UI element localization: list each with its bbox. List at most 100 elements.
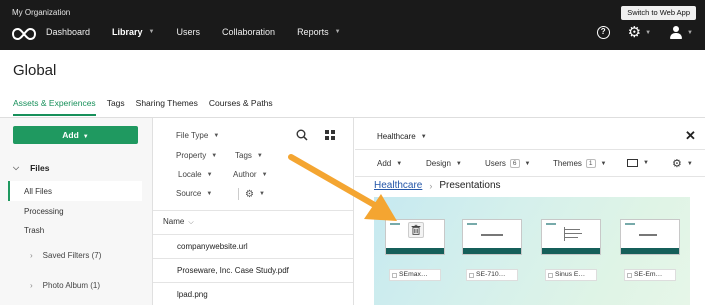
filter-file-type-label: File Type — [176, 131, 209, 140]
column-header-name-label: Name — [163, 217, 185, 226]
slide-label[interactable]: SE-710… — [466, 269, 518, 281]
column-header-name[interactable]: Name ⌵ — [163, 217, 194, 227]
sidebar-item-trash[interactable]: Trash — [24, 226, 44, 235]
sidebar-item-processing[interactable]: Processing — [24, 207, 64, 216]
help-icon[interactable]: ? — [596, 26, 610, 39]
nav-dashboard[interactable]: Dashboard — [46, 27, 90, 37]
list-item[interactable]: lpad.png — [177, 290, 208, 299]
tab-bar: Assets & Experiences Tags Sharing Themes… — [13, 98, 284, 116]
gear-icon[interactable]: ⚙ — [628, 25, 641, 40]
nav-users[interactable]: Users — [177, 27, 201, 37]
slide-label[interactable]: SE-Em… — [624, 269, 676, 281]
slide-thumbnail[interactable] — [385, 219, 445, 255]
tab-assets-experiences[interactable]: Assets & Experiences — [13, 98, 96, 116]
chevron-right-icon: › — [30, 281, 33, 290]
checkbox[interactable] — [548, 273, 553, 278]
detail-title: Healthcare — [377, 132, 416, 141]
chevron-down-icon: ▼ — [420, 133, 427, 140]
breadcrumb-parent-link[interactable]: Healthcare — [374, 180, 422, 191]
device-preview-menu[interactable]: ▼ — [627, 159, 649, 167]
chevron-down-icon: ▼ — [206, 171, 213, 178]
filter-source-label: Source — [176, 189, 202, 198]
checkbox[interactable] — [469, 273, 474, 278]
top-right-icons: ? ⚙ ▼ ▼ — [596, 25, 693, 40]
filter-property[interactable]: Property ▼ — [176, 151, 217, 160]
divider — [153, 234, 353, 235]
chevron-down-icon: ▼ — [643, 160, 649, 166]
divider — [238, 188, 239, 200]
chevron-down-icon: ▼ — [524, 160, 531, 167]
add-button[interactable]: Add ▼ — [13, 126, 138, 144]
files-section-toggle[interactable]: ⌵ Files — [13, 163, 49, 173]
chevron-down-icon: ▼ — [600, 160, 607, 167]
chevron-down-icon: ▼ — [686, 160, 693, 167]
chevron-down-icon: ▼ — [261, 171, 268, 178]
chevron-down-icon: ▼ — [213, 132, 220, 139]
gear-icon: ⚙ — [245, 188, 254, 200]
sidebar-item-photo-album[interactable]: › Photo Album (1) — [30, 281, 100, 290]
nav-collaboration[interactable]: Collaboration — [222, 27, 275, 37]
detail-design-menu[interactable]: Design ▼ — [426, 159, 462, 168]
chevron-down-icon: ▼ — [645, 29, 652, 36]
chevron-down-icon: ▼ — [211, 152, 218, 159]
detail-themes-label: Themes — [553, 159, 582, 168]
divider — [153, 210, 353, 211]
list-item[interactable]: companywebsite.url — [177, 242, 248, 251]
sidebar-item-all-files[interactable]: All Files — [24, 187, 52, 196]
grid-view-icon[interactable] — [325, 130, 335, 140]
detail-settings-menu[interactable]: ⚙ ▼ — [672, 157, 693, 170]
breadcrumb: Healthcare › Presentations — [374, 180, 501, 191]
divider — [355, 149, 705, 150]
close-icon[interactable]: ✕ — [685, 129, 696, 142]
chevron-right-icon: › — [429, 180, 433, 191]
detail-title-dropdown[interactable]: Healthcare ▼ — [377, 132, 427, 141]
chevron-down-icon: ▼ — [396, 160, 403, 167]
page-title: Global — [13, 62, 57, 79]
slide-thumbnail[interactable] — [462, 219, 522, 255]
gear-icon: ⚙ — [672, 158, 682, 170]
switch-to-web-app-button[interactable]: Switch to Web App — [621, 6, 696, 20]
nav-library[interactable]: Library ▼ — [112, 27, 154, 37]
nav-reports[interactable]: Reports ▼ — [297, 27, 340, 37]
filter-author[interactable]: Author ▼ — [233, 170, 268, 179]
user-icon[interactable] — [669, 25, 683, 40]
nav-collaboration-label: Collaboration — [222, 27, 276, 37]
filter-file-type[interactable]: File Type ▼ — [176, 131, 219, 140]
slide-thumbnail[interactable] — [541, 219, 601, 255]
sidebar-item-saved-filters[interactable]: › Saved Filters (7) — [30, 251, 101, 260]
checkbox[interactable] — [627, 273, 632, 278]
detail-panel: Healthcare ▼ ✕ Add ▼ Design ▼ Users 6 ▼ The… — [355, 118, 705, 305]
logo-icon[interactable] — [12, 27, 36, 41]
photo-album-label: Photo Album (1) — [42, 281, 101, 290]
tab-courses-paths[interactable]: Courses & Paths — [209, 98, 273, 116]
chevron-down-icon: ⌵ — [13, 163, 20, 172]
slide-label[interactable]: SEmax… — [389, 269, 441, 281]
detail-themes-menu[interactable]: Themes 1 ▼ — [553, 159, 606, 168]
detail-users-menu[interactable]: Users 6 ▼ — [485, 159, 530, 168]
list-item[interactable]: Proseware, Inc. Case Study.pdf — [177, 266, 289, 275]
trash-icon[interactable] — [408, 222, 424, 238]
files-section-label: Files — [30, 163, 50, 173]
detail-add-menu[interactable]: Add ▼ — [377, 159, 402, 168]
divider — [153, 282, 353, 283]
saved-filters-label: Saved Filters (7) — [42, 251, 102, 260]
slide-label[interactable]: Sinus E… — [545, 269, 597, 281]
divider — [355, 176, 705, 177]
filter-source[interactable]: Source ▼ — [176, 189, 212, 198]
tab-tags[interactable]: Tags — [107, 98, 125, 116]
filter-locale-label: Locale — [178, 170, 202, 179]
divider — [153, 258, 353, 259]
slide-label-text: SEmax… — [399, 271, 428, 278]
filter-tags-label: Tags — [235, 151, 252, 160]
checkbox[interactable] — [392, 273, 397, 278]
tab-sharing-themes[interactable]: Sharing Themes — [136, 98, 198, 116]
filter-tags[interactable]: Tags ▼ — [235, 151, 263, 160]
search-icon[interactable] — [296, 129, 308, 141]
organization-name: My Organization — [12, 8, 71, 17]
filter-locale[interactable]: Locale ▼ — [178, 170, 213, 179]
chevron-down-icon: ▼ — [206, 190, 213, 197]
filter-settings[interactable]: ⚙ ▼ — [238, 188, 265, 200]
chevron-down-icon: ▼ — [148, 29, 155, 35]
sidebar: Add ▼ ⌵ Files All Files Processing Trash … — [0, 118, 153, 305]
slide-thumbnail[interactable] — [620, 219, 680, 255]
